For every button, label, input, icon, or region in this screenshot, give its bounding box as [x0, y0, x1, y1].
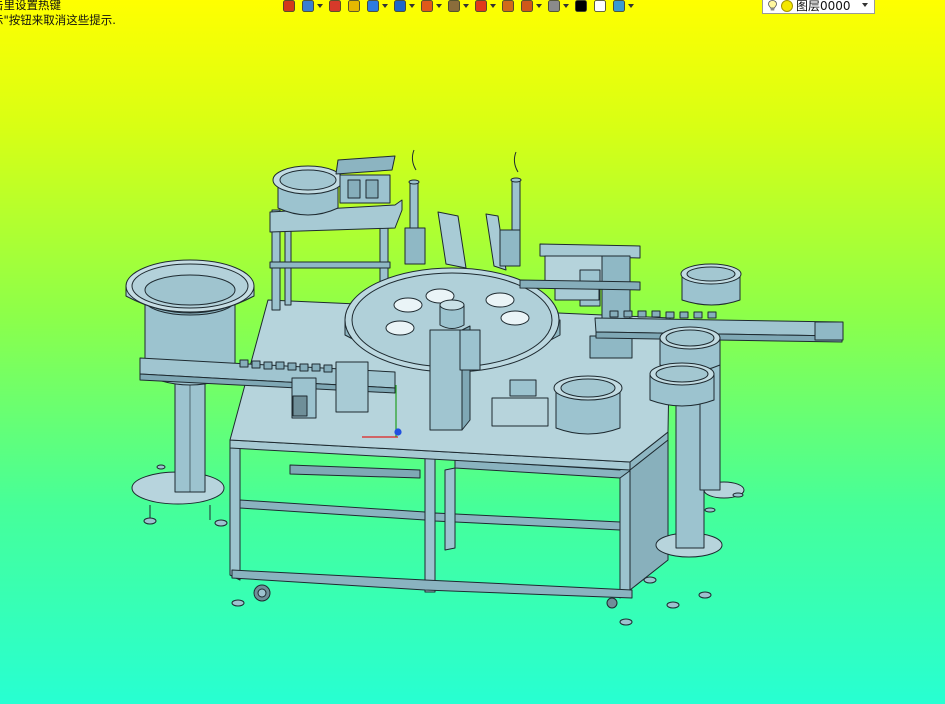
front-bowl-feeder: [491, 375, 623, 435]
assembly-machine-model: [125, 149, 844, 626]
cad-viewport[interactable]: [0, 0, 945, 704]
right-conveyor: [594, 263, 844, 343]
